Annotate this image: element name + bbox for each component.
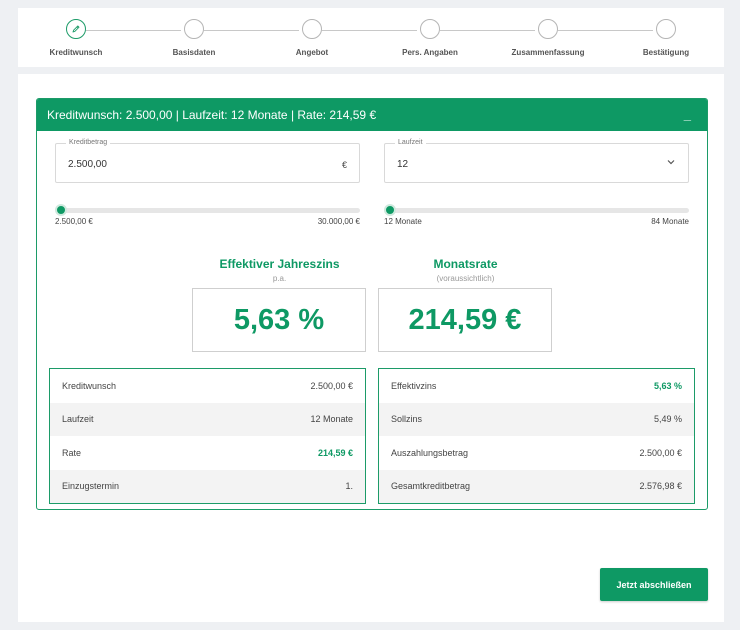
panel-header[interactable]: Kreditwunsch: 2.500,00 | Laufzeit: 12 Mo… (37, 99, 707, 131)
row-label: Einzugstermin (62, 481, 120, 492)
row-label: Effektivzins (391, 380, 437, 391)
slider-min-label: 12 Monate (384, 217, 422, 226)
main-card: Kreditwunsch: 2.500,00 | Laufzeit: 12 Mo… (18, 74, 724, 622)
table-row: Laufzeit 12 Monate (50, 402, 365, 436)
step-kreditwunsch[interactable]: Kreditwunsch (26, 19, 126, 57)
slider-max-label: 84 Monate (651, 217, 689, 226)
step-bestaetigung[interactable]: Bestätigung (616, 19, 716, 57)
chevron-down-icon (667, 160, 675, 165)
table-row: Einzugstermin 1. (50, 469, 365, 503)
slider-max-label: 30.000,00 € (317, 217, 360, 226)
amount-field-legend: Kreditbetrag (66, 139, 111, 146)
step-label: Bestätigung (642, 48, 690, 57)
row-value: 214,59 € (317, 447, 353, 458)
table-row: Effektivzins 5,63 % (379, 369, 694, 403)
table-row: Sollzins 5,49 % (379, 402, 694, 436)
row-label: Sollzins (391, 414, 423, 425)
row-label: Gesamtkreditbetrag (391, 481, 471, 492)
apr-value: 5,63 % (192, 288, 366, 352)
row-value: 1. (345, 481, 353, 492)
progress-stepper: Kreditwunsch Basisdaten Angebot Pers. An… (18, 8, 724, 67)
slider-track[interactable] (55, 208, 360, 213)
table-row: Auszahlungsbetrag 2.500,00 € (379, 436, 694, 470)
row-value: 5,49 % (653, 414, 682, 425)
step-angebot[interactable]: Angebot (262, 19, 362, 57)
step-pers-angaben[interactable]: Pers. Angaben (380, 19, 480, 57)
step-basisdaten[interactable]: Basisdaten (144, 19, 244, 57)
step-zusammenfassung[interactable]: Zusammenfassung (498, 19, 598, 57)
panel-header-title: Kreditwunsch: 2.500,00 | Laufzeit: 12 Mo… (47, 108, 377, 122)
summary-table-left: Kreditwunsch 2.500,00 € Laufzeit 12 Mona… (49, 368, 366, 504)
submit-button[interactable]: Jetzt abschließen (600, 568, 708, 601)
monthly-rate-title: Monatsrate (433, 257, 498, 271)
term-select-value: 12 (397, 159, 409, 170)
step-label: Basisdaten (172, 48, 216, 57)
step-circle (538, 19, 558, 39)
term-select-legend: Laufzeit (395, 139, 426, 146)
step-circle (184, 19, 204, 39)
step-circle (302, 19, 322, 39)
term-select[interactable]: Laufzeit 12 (384, 139, 689, 183)
step-label: Zusammenfassung (511, 48, 585, 57)
row-value: 2.500,00 € (310, 380, 353, 391)
amount-field[interactable]: Kreditbetrag 2.500,00 € (55, 139, 360, 183)
monthly-rate-value: 214,59 € (378, 288, 552, 352)
slider-thumb[interactable] (55, 204, 67, 216)
row-label: Laufzeit (62, 414, 94, 425)
step-label: Kreditwunsch (49, 48, 103, 57)
table-row: Kreditwunsch 2.500,00 € (50, 369, 365, 403)
row-value: 5,63 % (653, 380, 682, 391)
row-label: Auszahlungsbetrag (391, 447, 469, 458)
step-label: Angebot (295, 48, 329, 57)
table-row: Gesamtkreditbetrag 2.576,98 € (379, 469, 694, 503)
step-circle (66, 19, 86, 39)
step-label: Pers. Angaben (402, 48, 458, 57)
row-value: 2.500,00 € (639, 447, 682, 458)
table-row: Rate 214,59 € (50, 436, 365, 470)
collapse-icon[interactable]: _ (684, 107, 691, 122)
currency-suffix: € (341, 160, 347, 170)
row-label: Rate (62, 447, 82, 458)
credit-request-panel: Kreditwunsch: 2.500,00 | Laufzeit: 12 Mo… (36, 98, 708, 510)
monthly-rate-subtitle: (voraussichtlich) (436, 274, 495, 283)
pencil-icon (72, 25, 80, 33)
summary-table-right: Effektivzins 5,63 % Sollzins 5,49 % Ausz… (378, 368, 695, 504)
slider-thumb[interactable] (384, 204, 396, 216)
slider-track[interactable] (384, 208, 689, 213)
row-value: 2.576,98 € (639, 481, 682, 492)
term-slider[interactable]: 12 Monate 84 Monate (384, 204, 689, 229)
amount-slider[interactable]: 2.500,00 € 30.000,00 € (55, 204, 360, 229)
row-label: Kreditwunsch (62, 380, 117, 391)
amount-field-value: 2.500,00 (68, 159, 107, 170)
slider-min-label: 2.500,00 € (55, 217, 93, 226)
step-circle (656, 19, 676, 39)
row-value: 12 Monate (310, 414, 353, 425)
apr-subtitle: p.a. (272, 274, 287, 283)
apr-title: Effektiver Jahreszins (219, 257, 340, 271)
step-circle (420, 19, 440, 39)
